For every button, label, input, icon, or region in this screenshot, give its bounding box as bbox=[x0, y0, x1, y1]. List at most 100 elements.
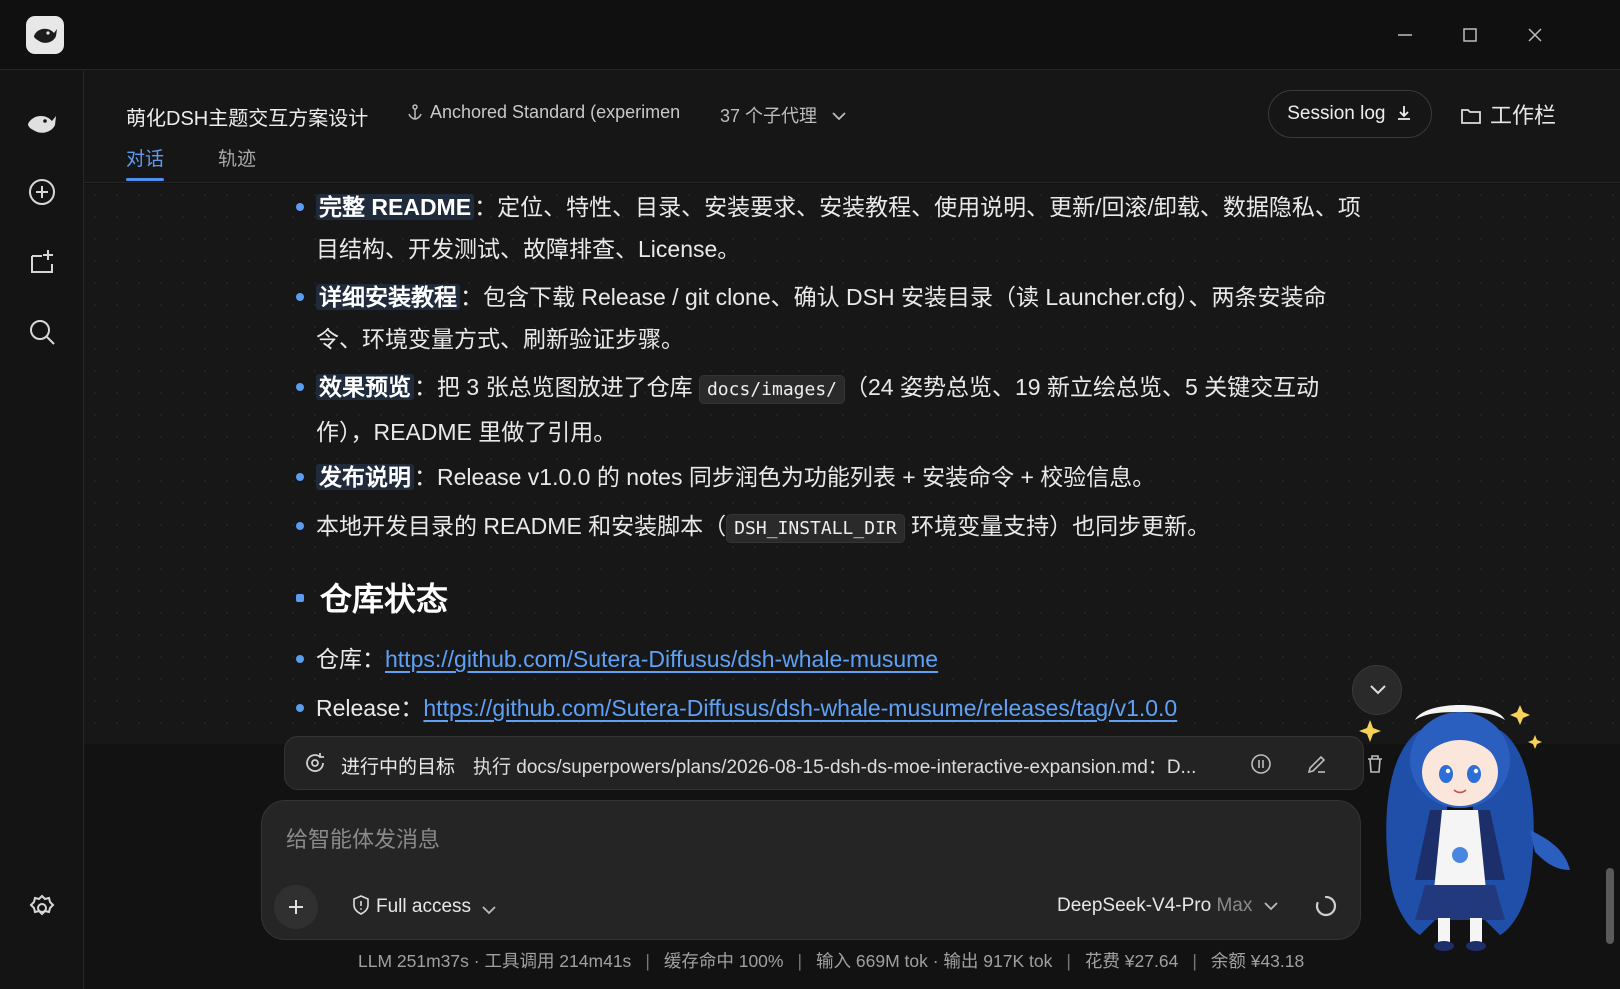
subagent-dropdown[interactable]: 37 个子代理 bbox=[720, 102, 846, 128]
pause-icon[interactable] bbox=[1249, 752, 1273, 776]
bullet-icon bbox=[296, 473, 304, 481]
add-attachment-button[interactable] bbox=[274, 885, 318, 929]
release-label: Release： bbox=[316, 695, 424, 721]
list-item: 发布说明 ：Release v1.0.0 的 notes 同步润色为功能列表 + … bbox=[296, 456, 1416, 498]
access-level-dropdown[interactable]: Full access bbox=[352, 895, 502, 918]
chevron-down-icon bbox=[832, 112, 846, 121]
anchor-label: Anchored Standard (experimen bbox=[430, 102, 681, 122]
minimize-icon[interactable] bbox=[1392, 22, 1418, 48]
inline-code: DSH_INSTALL_DIR bbox=[726, 514, 905, 543]
bullet-icon bbox=[296, 522, 304, 530]
whale-home-icon[interactable] bbox=[24, 106, 60, 142]
item-separator: ： bbox=[414, 464, 437, 490]
workbar-label: 工作栏 bbox=[1490, 103, 1557, 128]
goal-label: 进行中的目标 bbox=[341, 757, 456, 778]
list-item: 详细安装教程 ：包含下载 Release / git clone、确认 DSH 安… bbox=[296, 276, 1416, 360]
session-log-label: Session log bbox=[1287, 103, 1386, 124]
item-heading: 详细安装教程 bbox=[316, 284, 460, 310]
status-bar: LLM 251m37s · 工具调用 214m41s | 缓存命中 100% | 输入 … bbox=[358, 948, 1304, 973]
goal-refresh-icon bbox=[306, 753, 324, 772]
item-text-cont: 作），README 里做了引用。 bbox=[316, 419, 617, 445]
list-item: 效果预览 ：把 3 张总览图放进了仓库 docs/images/（24 姿势总览、… bbox=[296, 366, 1416, 453]
bullet-icon bbox=[296, 293, 304, 301]
status-cost: 花费 ¥27.64 bbox=[1084, 951, 1179, 971]
item-text-cont: 令、环境变量方式、刷新验证步骤。 bbox=[316, 326, 684, 352]
whale-logo-icon bbox=[26, 16, 64, 54]
item-text: （24 姿势总览、19 新立绘总览、5 关键交互动 bbox=[845, 374, 1320, 400]
search-icon[interactable] bbox=[24, 314, 60, 350]
status-llm-time: LLM 251m37s · 工具调用 214m41s bbox=[358, 951, 632, 971]
item-heading: 效果预览 bbox=[316, 374, 414, 400]
repo-link[interactable]: https://github.com/Sutera-Diffusus/dsh-w… bbox=[385, 646, 938, 672]
tab-trajectory[interactable]: 轨迹 bbox=[218, 144, 256, 171]
maximize-icon[interactable] bbox=[1457, 22, 1483, 48]
scrollbar-thumb[interactable] bbox=[1606, 868, 1614, 944]
status-separator: | bbox=[645, 951, 650, 971]
list-item: Release：https://github.com/Sutera-Diffus… bbox=[296, 687, 1416, 729]
mascot-character-image bbox=[1359, 705, 1570, 951]
active-goal-bar: 进行中的目标 执行 docs/superpowers/plans/2026-08… bbox=[284, 736, 1382, 790]
title-bar bbox=[0, 0, 1620, 70]
item-text: 环境变量支持）也同步更新。 bbox=[904, 513, 1211, 539]
model-name: DeepSeek-V4-Pro bbox=[1057, 895, 1212, 916]
item-text-cont: 目结构、开发测试、故障排查、License。 bbox=[316, 236, 741, 262]
item-heading: 发布说明 bbox=[316, 464, 414, 490]
repo-label: 仓库： bbox=[316, 646, 385, 672]
subagent-count: 37 个子代理 bbox=[720, 106, 818, 126]
page-title: 萌化DSH主题交互方案设计 bbox=[126, 108, 369, 130]
section-title: 仓库状态 bbox=[320, 581, 449, 617]
access-label: Full access bbox=[376, 896, 472, 917]
item-text: Release v1.0.0 的 notes 同步润色为功能列表 + 安装命令 … bbox=[437, 464, 1156, 490]
chat-content: 完整 README ：定位、特性、目录、安装要求、安装教程、使用说明、更新/回滚/… bbox=[84, 184, 1620, 744]
heading-marker-icon bbox=[296, 594, 304, 602]
message-input[interactable] bbox=[286, 823, 1186, 857]
item-separator: ： bbox=[460, 284, 483, 310]
session-log-button[interactable]: Session log bbox=[1268, 90, 1432, 138]
status-cache: 缓存命中 100% bbox=[663, 951, 784, 971]
chevron-down-icon bbox=[1264, 902, 1278, 911]
bullet-icon bbox=[296, 704, 304, 712]
item-text: 包含下载 Release / git clone、确认 DSH 安装目录（读 L… bbox=[483, 284, 1327, 310]
list-item: 本地开发目录的 README 和安装脚本（ DSH_INSTALL_DIR 环境变… bbox=[296, 505, 1416, 550]
list-item: 仓库：https://github.com/Sutera-Diffusus/ds… bbox=[296, 638, 1416, 680]
close-icon[interactable] bbox=[1522, 22, 1548, 48]
sidebar bbox=[0, 70, 84, 989]
item-separator: ： bbox=[474, 194, 498, 220]
edit-icon[interactable] bbox=[1305, 752, 1329, 776]
anchor-mode[interactable]: Anchored Standard (experimen bbox=[406, 102, 680, 123]
download-icon bbox=[1397, 106, 1410, 120]
plus-icon bbox=[289, 900, 303, 914]
item-text: 把 3 张总览图放进了仓库 bbox=[437, 374, 699, 400]
anchor-icon bbox=[408, 104, 422, 120]
new-chat-icon[interactable] bbox=[24, 174, 60, 210]
model-mode: Max bbox=[1216, 895, 1253, 916]
item-heading: 完整 README bbox=[316, 194, 475, 220]
item-separator: ： bbox=[414, 374, 437, 400]
settings-icon[interactable] bbox=[24, 890, 60, 926]
workbar-button[interactable]: 工作栏 bbox=[1460, 98, 1556, 130]
bullet-icon bbox=[296, 203, 304, 211]
status-tokens: 输入 669M tok · 输出 917K tok bbox=[816, 951, 1053, 971]
status-balance: 余额 ¥43.18 bbox=[1210, 951, 1305, 971]
item-text: 定位、特性、目录、安装要求、安装教程、使用说明、更新/回滚/卸载、数据隐私、项 bbox=[497, 194, 1361, 220]
conversation-header: 萌化DSH主题交互方案设计 Anchored Standard (experim… bbox=[84, 70, 1620, 183]
tab-chat[interactable]: 对话 bbox=[126, 144, 165, 181]
shield-icon bbox=[353, 895, 369, 915]
list-item: 完整 README ：定位、特性、目录、安装要求、安装教程、使用说明、更新/回滚/… bbox=[296, 186, 1416, 270]
add-workspace-icon[interactable] bbox=[24, 244, 60, 280]
bullet-icon bbox=[296, 655, 304, 663]
status-separator: | bbox=[1066, 951, 1071, 971]
chevron-down-icon bbox=[482, 906, 496, 915]
folder-icon bbox=[1461, 109, 1481, 124]
status-separator: | bbox=[797, 951, 803, 971]
section-heading: 仓库状态 bbox=[296, 574, 448, 620]
bullet-icon bbox=[296, 383, 304, 391]
goal-text: 执行 docs/superpowers/plans/2026-08-15-dsh… bbox=[473, 757, 1197, 778]
item-text: 本地开发目录的 README 和安装脚本（ bbox=[316, 513, 727, 539]
release-link[interactable]: https://github.com/Sutera-Diffusus/dsh-w… bbox=[423, 695, 1177, 721]
model-selector[interactable]: DeepSeek-V4-Pro Max bbox=[1057, 895, 1278, 917]
message-composer: Full access DeepSeek-V4-Pro Max bbox=[261, 800, 1361, 940]
loading-spinner-icon bbox=[1315, 895, 1337, 917]
status-separator: | bbox=[1192, 951, 1197, 971]
inline-code: docs/images/ bbox=[698, 375, 846, 404]
